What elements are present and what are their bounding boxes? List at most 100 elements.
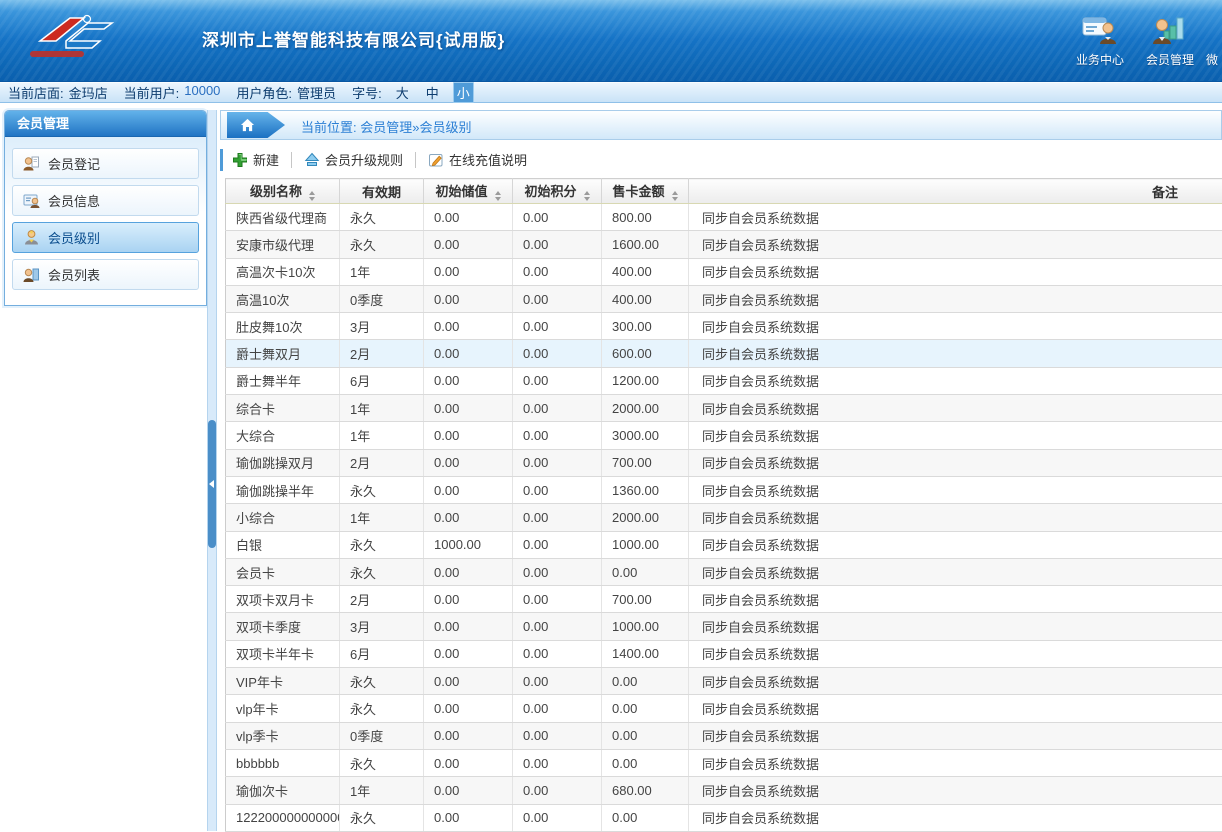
sidebar-item-member-register[interactable]: 会员登记 [12, 148, 199, 179]
table-cell: 同步自会员系统数据 [689, 640, 1222, 667]
table-cell: 6月 [340, 367, 424, 394]
store-value: 金玛店 [69, 83, 108, 102]
collapse-left-icon [209, 480, 214, 488]
table-cell: 肚皮舞10次 [226, 313, 340, 340]
table-cell: 同步自会员系统数据 [689, 367, 1222, 394]
nav-business-center[interactable]: 业务中心 [1064, 12, 1136, 68]
sidebar-item-member-info[interactable]: 会员信息 [12, 185, 199, 216]
table-cell: 同步自会员系统数据 [689, 722, 1222, 749]
table-cell: 1360.00 [602, 476, 689, 503]
toolbar: 新建 会员升级规则 在线充值说明 [220, 146, 1222, 173]
home-button[interactable] [227, 112, 285, 138]
table-row[interactable]: vlp季卡0季度0.000.000.00同步自会员系统数据 [226, 722, 1222, 749]
sidebar-item-member-level[interactable]: 会员级别 [12, 222, 199, 253]
table-cell: 永久 [340, 668, 424, 695]
column-header[interactable]: 售卡金额 [602, 179, 689, 204]
table-cell: 大综合 [226, 422, 340, 449]
table-cell: 同步自会员系统数据 [689, 258, 1222, 285]
table-row[interactable]: 综合卡1年0.000.002000.00同步自会员系统数据 [226, 395, 1222, 422]
table-row[interactable]: 小综合1年0.000.002000.00同步自会员系统数据 [226, 504, 1222, 531]
sidebar-item-member-list[interactable]: 会员列表 [12, 259, 199, 290]
table-cell: 0.00 [424, 777, 513, 804]
table-cell: 0.00 [424, 476, 513, 503]
breadcrumb-link-member-management[interactable]: 会员管理 [360, 120, 412, 135]
table-cell: 0.00 [424, 558, 513, 585]
table-cell: 0.00 [424, 258, 513, 285]
member-upgrade-rules-button[interactable]: 会员升级规则 [304, 150, 403, 169]
table-cell: 瑜伽次卡 [226, 777, 340, 804]
column-header: 备注 [689, 179, 1222, 204]
table-cell: 0.00 [513, 777, 602, 804]
table-cell: 同步自会员系统数据 [689, 476, 1222, 503]
column-header-label: 初始积分 [524, 184, 576, 199]
table-row[interactable]: 肚皮舞10次3月0.000.00300.00同步自会员系统数据 [226, 313, 1222, 340]
table-row[interactable]: 陕西省级代理商永久0.000.00800.00同步自会员系统数据 [226, 204, 1222, 231]
fontsize-option-medium[interactable]: 中 [423, 83, 442, 102]
table-row[interactable]: 12220000000000000永久0.000.000.00同步自会员系统数据 [226, 804, 1222, 831]
member-register-icon [23, 155, 40, 172]
table-cell: 同步自会员系统数据 [689, 558, 1222, 585]
table-cell: 12220000000000000 [226, 804, 340, 831]
table-row[interactable]: 双项卡半年卡6月0.000.001400.00同步自会员系统数据 [226, 640, 1222, 667]
splitter-collapse-handle[interactable] [208, 420, 216, 548]
sort-arrows-icon[interactable] [584, 191, 590, 201]
fontsize-option-large[interactable]: 大 [393, 83, 412, 102]
table-row[interactable]: 爵士舞双月2月0.000.00600.00同步自会员系统数据 [226, 340, 1222, 367]
table-row[interactable]: 安康市级代理永久0.000.001600.00同步自会员系统数据 [226, 231, 1222, 258]
column-header[interactable]: 初始储值 [424, 179, 513, 204]
table-cell: 同步自会员系统数据 [689, 313, 1222, 340]
upgrade-icon [304, 152, 320, 168]
table-cell: 永久 [340, 749, 424, 776]
toolbar-divider [291, 152, 292, 168]
online-recharge-notes-button[interactable]: 在线充值说明 [428, 150, 527, 169]
table-cell: 1年 [340, 422, 424, 449]
new-button[interactable]: 新建 [232, 150, 279, 169]
table-cell: 同步自会员系统数据 [689, 531, 1222, 558]
sort-arrows-icon[interactable] [495, 191, 501, 201]
column-header-label: 备注 [1152, 185, 1178, 200]
table-row[interactable]: 瑜伽跳操双月2月0.000.00700.00同步自会员系统数据 [226, 449, 1222, 476]
table-row[interactable]: 高温次卡10次1年0.000.00400.00同步自会员系统数据 [226, 258, 1222, 285]
fontsize-label: 字号: [352, 83, 382, 102]
table-cell: 1000.00 [602, 613, 689, 640]
table-row[interactable]: 高温10次0季度0.000.00400.00同步自会员系统数据 [226, 285, 1222, 312]
sort-arrows-icon[interactable] [309, 191, 315, 201]
table-row[interactable]: 会员卡永久0.000.000.00同步自会员系统数据 [226, 558, 1222, 585]
table-cell: 高温10次 [226, 285, 340, 312]
table-row[interactable]: VIP年卡永久0.000.000.00同步自会员系统数据 [226, 668, 1222, 695]
nav-label: 业务中心 [1076, 51, 1124, 68]
column-header[interactable]: 初始积分 [513, 179, 602, 204]
table-cell: 0.00 [513, 395, 602, 422]
table-row[interactable]: 瑜伽跳操半年永久0.000.001360.00同步自会员系统数据 [226, 476, 1222, 503]
table-row[interactable]: bbbbbb永久0.000.000.00同步自会员系统数据 [226, 749, 1222, 776]
table-cell: 0.00 [602, 804, 689, 831]
breadcrumb-link-member-level[interactable]: 会员级别 [420, 120, 472, 135]
table-row[interactable]: 大综合1年0.000.003000.00同步自会员系统数据 [226, 422, 1222, 449]
column-header[interactable]: 级别名称 [226, 179, 340, 204]
table-cell: 1400.00 [602, 640, 689, 667]
table-cell: 0.00 [513, 695, 602, 722]
status-bar: 当前店面: 金玛店 当前用户: 10000 用户角色: 管理员 字号: 大 中 … [0, 82, 1222, 103]
company-logo-icon [24, 10, 176, 69]
nav-clipped-item[interactable]: 微 [1206, 12, 1222, 68]
role-value: 管理员 [297, 83, 336, 102]
table-cell: 永久 [340, 695, 424, 722]
table-cell: 同步自会员系统数据 [689, 777, 1222, 804]
sort-arrows-icon[interactable] [672, 191, 678, 201]
table-cell: 2月 [340, 449, 424, 476]
table-cell: 爵士舞双月 [226, 340, 340, 367]
table-row[interactable]: 白银永久1000.000.001000.00同步自会员系统数据 [226, 531, 1222, 558]
member-upgrade-rules-label: 会员升级规则 [325, 150, 403, 169]
table-cell: 双项卡季度 [226, 613, 340, 640]
table-row[interactable]: 双项卡双月卡2月0.000.00700.00同步自会员系统数据 [226, 586, 1222, 613]
nav-label: 会员管理 [1146, 51, 1194, 68]
nav-member-management[interactable]: 会员管理 [1134, 12, 1206, 68]
table-row[interactable]: 双项卡季度3月0.000.001000.00同步自会员系统数据 [226, 613, 1222, 640]
fontsize-option-small[interactable]: 小 [453, 82, 474, 103]
table-row[interactable]: 瑜伽次卡1年0.000.00680.00同步自会员系统数据 [226, 777, 1222, 804]
toolbar-divider [415, 152, 416, 168]
panel-splitter[interactable] [207, 110, 217, 831]
table-row[interactable]: vlp年卡永久0.000.000.00同步自会员系统数据 [226, 695, 1222, 722]
table-row[interactable]: 爵士舞半年6月0.000.001200.00同步自会员系统数据 [226, 367, 1222, 394]
table-cell: 0.00 [424, 367, 513, 394]
